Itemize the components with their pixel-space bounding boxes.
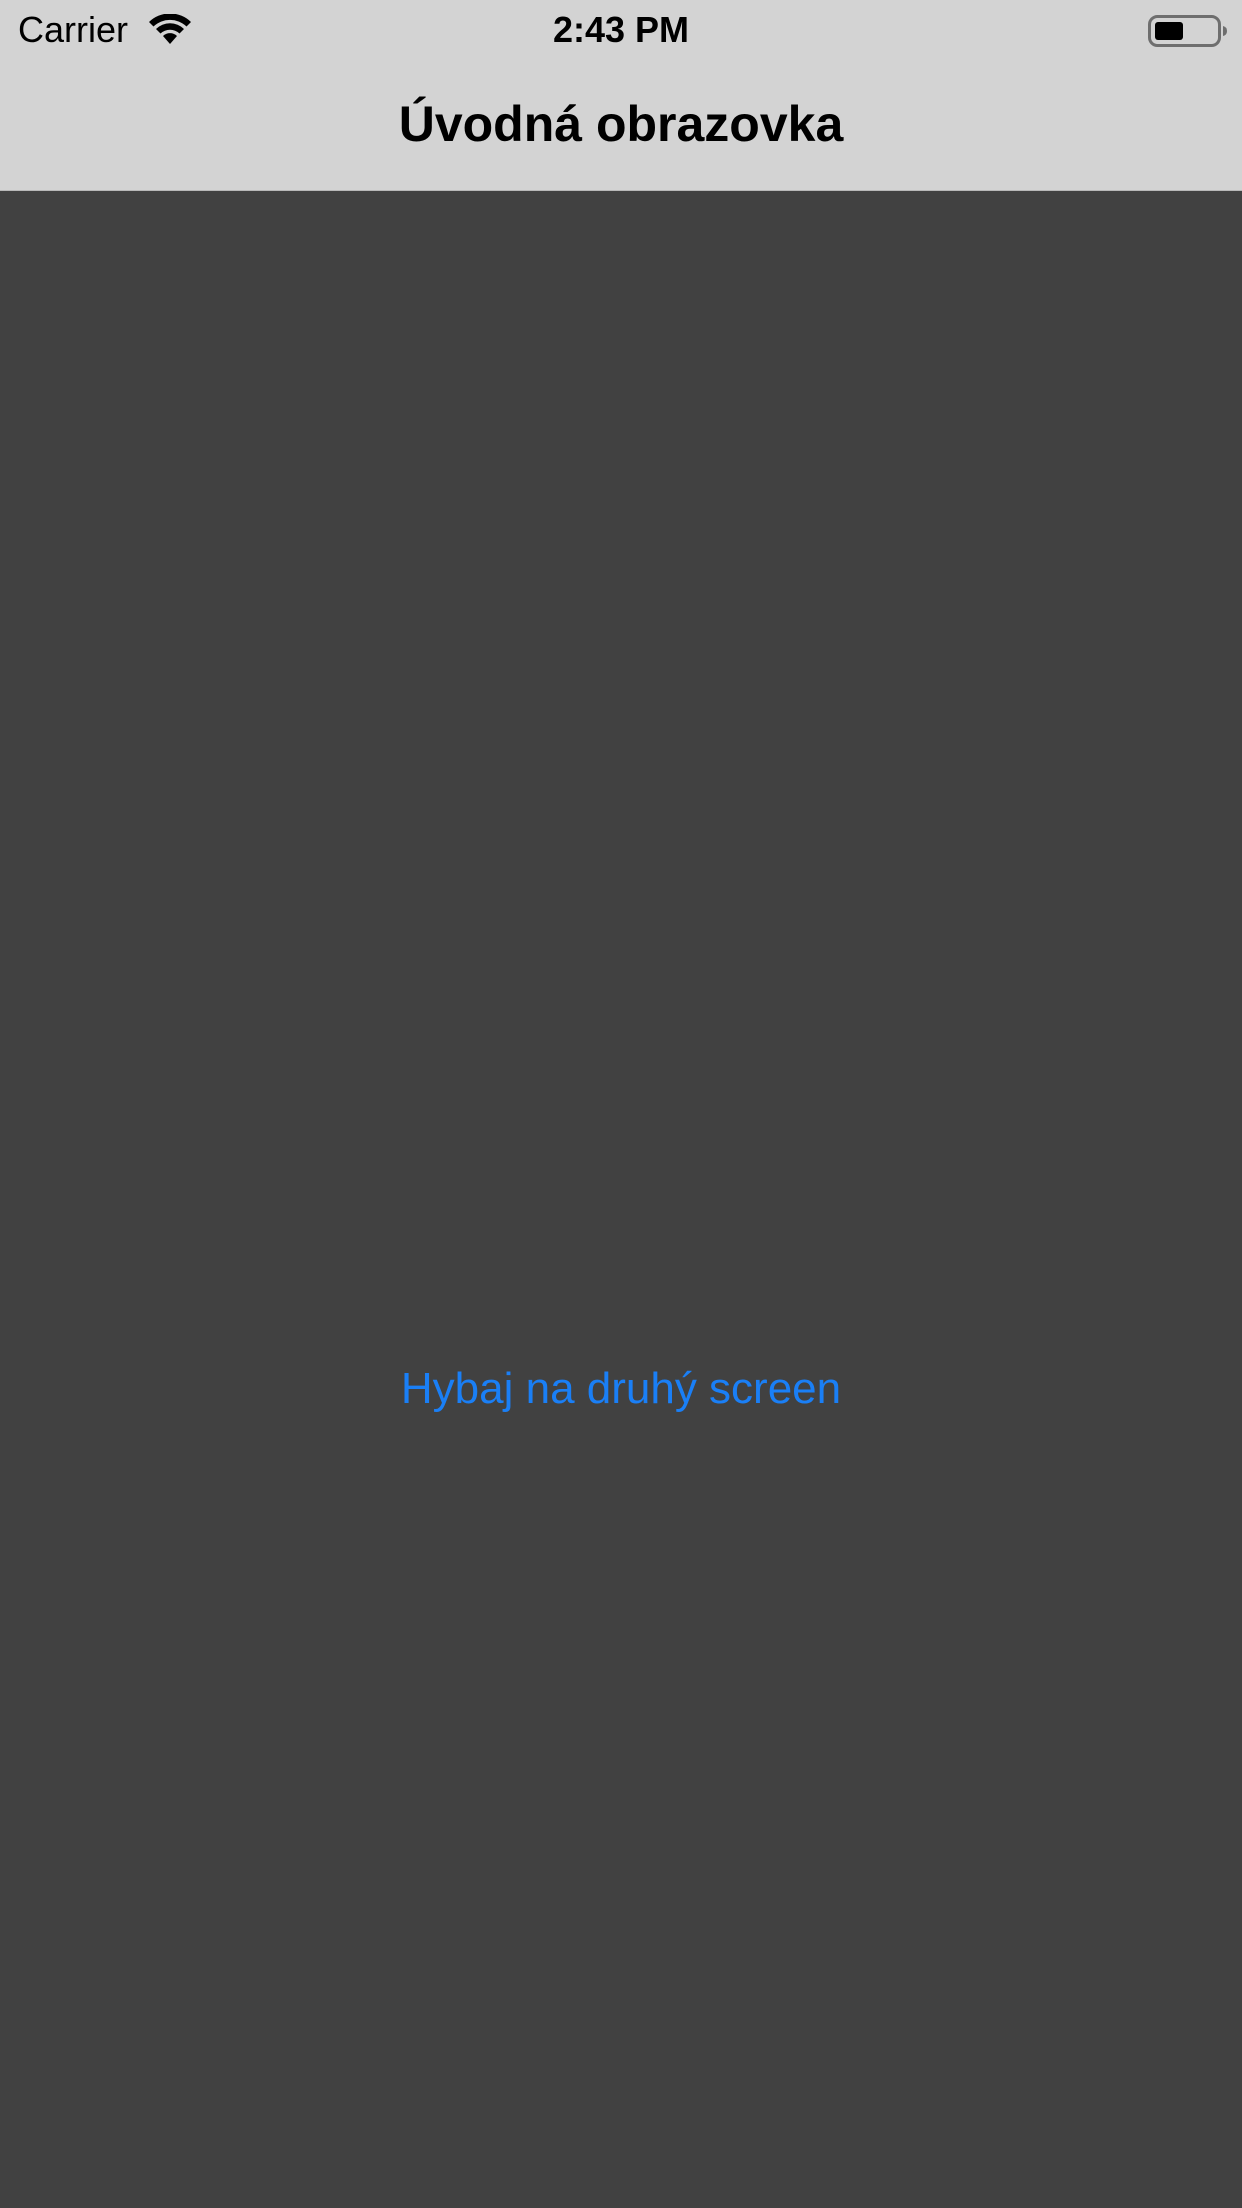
status-time: 2:43 PM <box>552 9 690 50</box>
top-bar: Carrier 2:43 PM Úvodná obrazovka <box>0 0 1242 191</box>
status-bar: Carrier 2:43 PM <box>0 0 1242 60</box>
next-screen-button[interactable]: Hybaj na druhý screen <box>0 1361 1242 1417</box>
battery-icon <box>1148 14 1228 48</box>
app-screen: Carrier 2:43 PM Úvodná obrazovka Hybaj n… <box>0 0 1242 2208</box>
main-content: Hybaj na druhý screen <box>0 191 1242 2208</box>
page-title: Úvodná obrazovka <box>398 96 844 152</box>
